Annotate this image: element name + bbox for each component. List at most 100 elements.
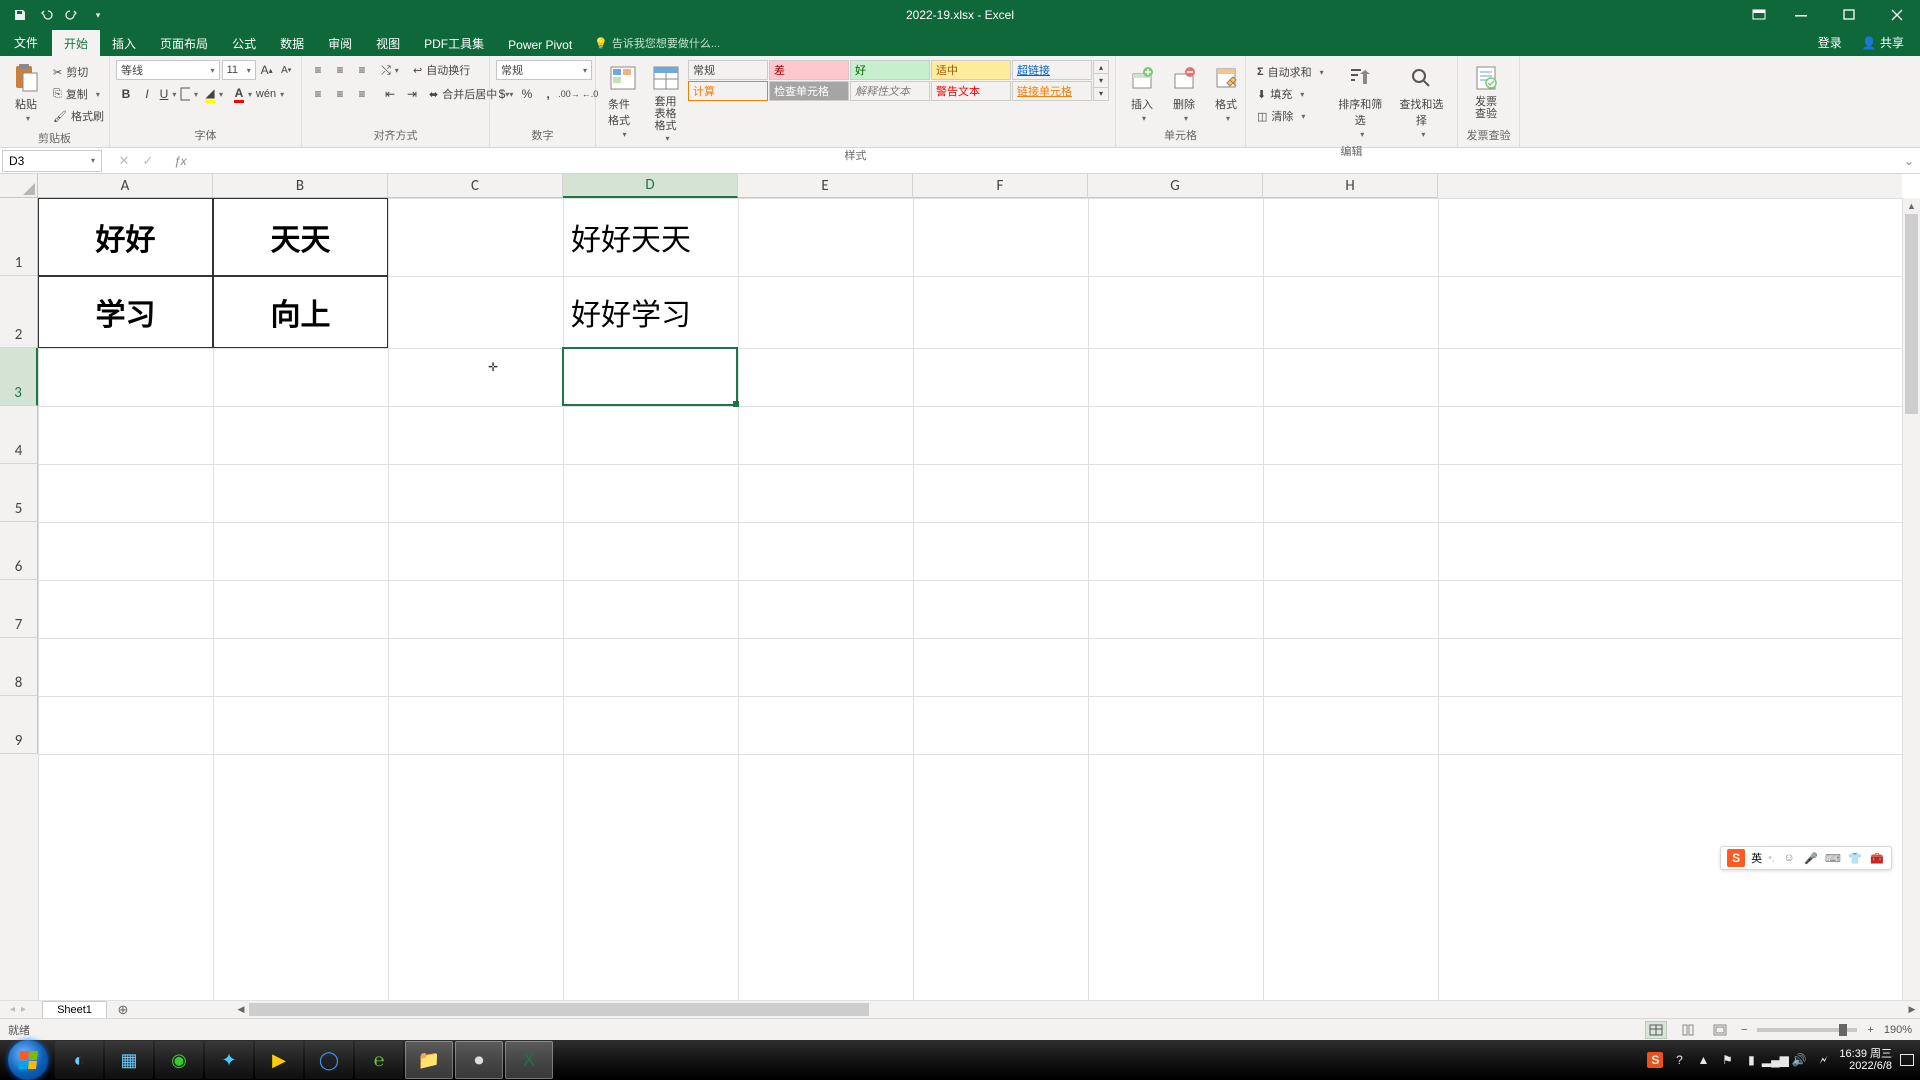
tray-sogou-icon[interactable]: S xyxy=(1647,1052,1663,1068)
tab-insert[interactable]: 插入 xyxy=(100,30,148,56)
align-bottom-button[interactable]: ≡ xyxy=(352,60,372,80)
column-header-H[interactable]: H xyxy=(1263,174,1438,198)
tray-volume-icon[interactable]: 🔊 xyxy=(1791,1052,1807,1068)
delete-cells-button[interactable]: 删除▾ xyxy=(1164,60,1204,125)
column-header-B[interactable]: B xyxy=(213,174,388,198)
zoom-slider[interactable] xyxy=(1757,1028,1857,1032)
style-check-cell[interactable]: 检查单元格 xyxy=(769,81,849,101)
new-sheet-button[interactable]: ⊕ xyxy=(113,1002,133,1018)
tab-page-layout[interactable]: 页面布局 xyxy=(148,30,220,56)
find-select-button[interactable]: 查找和选择▾ xyxy=(1392,60,1451,141)
cut-button[interactable]: ✂剪切 xyxy=(50,62,107,82)
tab-view[interactable]: 视图 xyxy=(364,30,412,56)
format-painter-button[interactable]: 🖌格式刷 xyxy=(50,106,107,126)
fx-icon[interactable]: ƒx xyxy=(168,154,193,168)
undo-icon[interactable] xyxy=(38,7,54,23)
tray-flag-icon[interactable]: ⚑ xyxy=(1719,1052,1735,1068)
share-button[interactable]: 👤 共享 xyxy=(1854,29,1912,56)
minimize-button[interactable] xyxy=(1778,0,1824,30)
sign-in-button[interactable]: 登录 xyxy=(1810,29,1850,56)
align-right-button[interactable]: ≡ xyxy=(352,84,372,104)
align-middle-button[interactable]: ≡ xyxy=(330,60,350,80)
horizontal-scrollbar[interactable]: ◀ ▶ xyxy=(233,1001,1920,1018)
column-headers[interactable]: ABCDEFGH xyxy=(38,174,1902,198)
expand-formula-bar-button[interactable]: ⌄ xyxy=(1898,154,1920,168)
row-header-4[interactable]: 4 xyxy=(0,406,38,464)
style-good[interactable]: 好 xyxy=(850,60,930,80)
zoom-out-button[interactable]: − xyxy=(1741,1024,1747,1036)
paste-button[interactable]: 粘贴▾ xyxy=(6,60,46,125)
taskbar-excel[interactable]: X xyxy=(505,1041,553,1079)
tray-help-icon[interactable]: ? xyxy=(1671,1052,1687,1068)
align-left-button[interactable]: ≡ xyxy=(308,84,328,104)
ime-toolbox-icon[interactable]: 🧰 xyxy=(1869,850,1885,866)
decrease-font-button[interactable]: A▾ xyxy=(277,60,295,80)
orientation-button[interactable]: ⤭▾ xyxy=(380,60,400,80)
tab-file[interactable]: 文件 xyxy=(0,29,52,56)
cancel-formula-button[interactable]: ✕ xyxy=(112,153,136,169)
scroll-right-icon[interactable]: ▶ xyxy=(1904,1001,1920,1018)
row-header-5[interactable]: 5 xyxy=(0,464,38,522)
align-top-button[interactable]: ≡ xyxy=(308,60,328,80)
taskbar-app-6[interactable]: ◯ xyxy=(305,1041,353,1079)
ime-toolbar[interactable]: S 英 •, ☺ 🎤 ⌨ 👕 🧰 xyxy=(1720,846,1892,870)
style-explanatory[interactable]: 解释性文本 xyxy=(850,81,930,101)
sort-filter-button[interactable]: 排序和筛选▾ xyxy=(1331,60,1390,141)
column-header-A[interactable]: A xyxy=(38,174,213,198)
sheet-nav-last-icon[interactable]: ▸ xyxy=(21,1004,26,1015)
bold-button[interactable]: B xyxy=(116,84,136,104)
phonetic-button[interactable]: wén▾ xyxy=(260,84,280,104)
ime-skin-icon[interactable]: 👕 xyxy=(1847,850,1863,866)
insert-cells-button[interactable]: 插入▾ xyxy=(1122,60,1162,125)
page-break-view-button[interactable] xyxy=(1709,1021,1731,1039)
tray-battery-icon[interactable]: 🗲 xyxy=(1815,1052,1831,1068)
row-header-3[interactable]: 3 xyxy=(0,348,38,406)
column-header-G[interactable]: G xyxy=(1088,174,1263,198)
ime-emoji-icon[interactable]: ☺ xyxy=(1781,850,1797,866)
select-all-button[interactable] xyxy=(0,174,38,198)
decrease-indent-button[interactable]: ⇤ xyxy=(380,84,400,104)
ime-voice-icon[interactable]: 🎤 xyxy=(1803,850,1819,866)
increase-decimal-button[interactable]: .00→ xyxy=(559,84,579,104)
tab-formulas[interactable]: 公式 xyxy=(220,30,268,56)
underline-button[interactable]: U▾ xyxy=(158,84,178,104)
column-header-F[interactable]: F xyxy=(913,174,1088,198)
qat-customize-icon[interactable]: ▾ xyxy=(90,7,106,23)
sheet-tab[interactable]: Sheet1 xyxy=(42,1001,107,1018)
percent-button[interactable]: % xyxy=(517,84,537,104)
tray-network-icon[interactable]: ▮ xyxy=(1743,1052,1759,1068)
format-as-table-button[interactable]: 套用 表格格式▾ xyxy=(645,60,686,145)
save-icon[interactable] xyxy=(12,7,28,23)
column-header-C[interactable]: C xyxy=(388,174,563,198)
scroll-up-icon[interactable]: ▲ xyxy=(1903,198,1920,214)
taskbar-wechat[interactable]: ◉ xyxy=(155,1041,203,1079)
taskbar-recorder[interactable]: ⏺ xyxy=(455,1041,503,1079)
tab-power-pivot[interactable]: Power Pivot xyxy=(496,33,584,56)
taskbar-app-1[interactable]: ◐ xyxy=(55,1041,103,1079)
maximize-button[interactable] xyxy=(1826,0,1872,30)
format-cells-button[interactable]: 格式▾ xyxy=(1206,60,1246,125)
font-color-button[interactable]: A▾ xyxy=(229,84,249,104)
invoice-check-button[interactable]: 发票 查验 xyxy=(1464,60,1508,122)
cell-B1[interactable]: 天天 xyxy=(213,198,388,276)
redo-icon[interactable] xyxy=(64,7,80,23)
copy-button[interactable]: ⎘复制▾ xyxy=(50,84,107,104)
tray-shield-icon[interactable]: ▲ xyxy=(1695,1052,1711,1068)
taskbar-app-4[interactable]: ✦ xyxy=(205,1041,253,1079)
cell-B2[interactable]: 向上 xyxy=(213,276,388,348)
tab-review[interactable]: 审阅 xyxy=(316,30,364,56)
tab-pdf-tools[interactable]: PDF工具集 xyxy=(412,30,496,56)
tab-home[interactable]: 开始 xyxy=(52,30,100,56)
style-normal[interactable]: 常规 xyxy=(688,60,768,80)
start-button[interactable] xyxy=(8,1040,48,1080)
row-header-9[interactable]: 9 xyxy=(0,696,38,754)
number-format-combo[interactable]: 常规▾ xyxy=(496,60,592,80)
wrap-text-button[interactable]: ↩自动换行 xyxy=(410,60,473,80)
sheet-nav-first-icon[interactable]: ◂ xyxy=(10,1004,15,1015)
align-center-button[interactable]: ≡ xyxy=(330,84,350,104)
hscroll-thumb[interactable] xyxy=(249,1003,869,1016)
font-size-combo[interactable]: 11▾ xyxy=(222,60,256,80)
fill-button[interactable]: ⬇填充▾ xyxy=(1254,84,1327,104)
zoom-in-button[interactable]: + xyxy=(1867,1024,1873,1036)
column-header-E[interactable]: E xyxy=(738,174,913,198)
